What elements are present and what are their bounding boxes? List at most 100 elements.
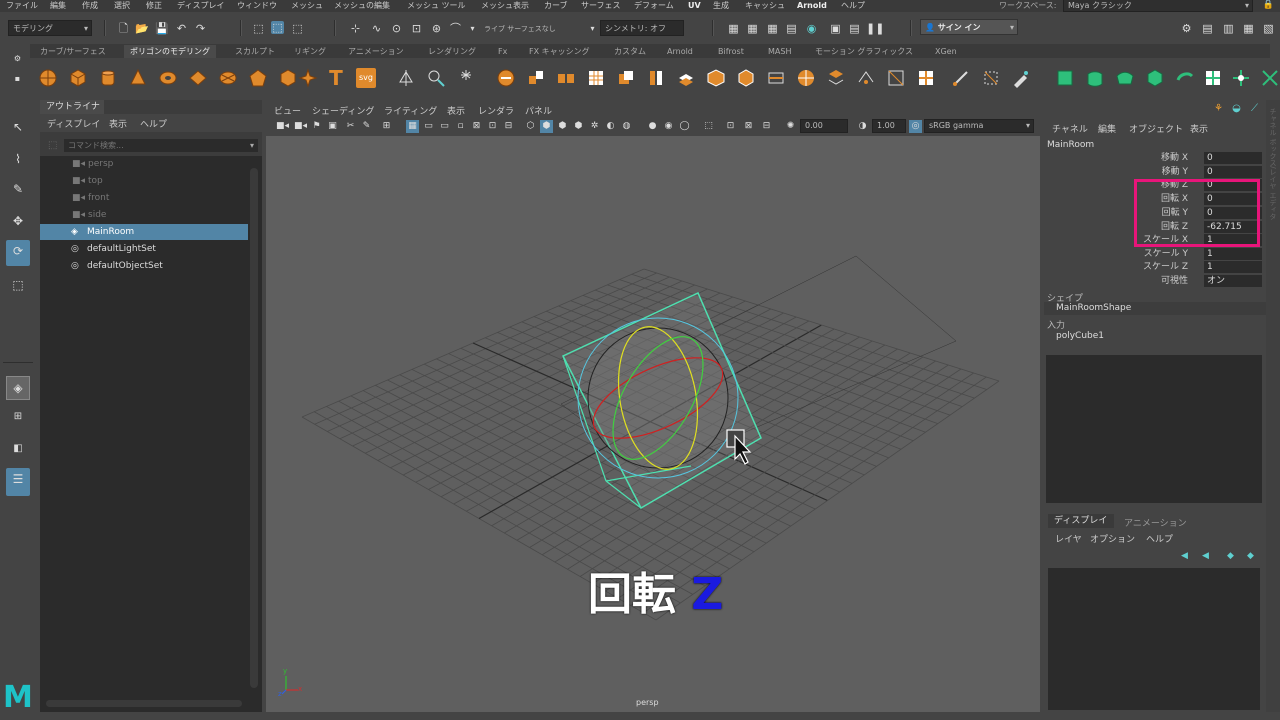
outliner-title[interactable]: アウトライナ: [40, 100, 104, 114]
menu-create[interactable]: 作成: [82, 0, 98, 11]
exposure-icon[interactable]: ✺: [784, 120, 797, 133]
outliner-toggle-icon[interactable]: ▧: [1262, 22, 1275, 35]
tool-settings-icon[interactable]: ⟋: [1248, 102, 1261, 115]
poly-cone-icon[interactable]: [128, 68, 148, 88]
lasso-tool-icon[interactable]: ⌇: [7, 148, 29, 170]
super-shape-icon[interactable]: [278, 68, 298, 88]
tab-arnold[interactable]: Arnold: [667, 45, 693, 58]
smooth-icon[interactable]: [556, 68, 576, 88]
move-layer-down-icon[interactable]: ◀: [1199, 550, 1212, 563]
save-scene-icon[interactable]: 💾: [155, 22, 169, 35]
modeling-toolkit-icon[interactable]: ⚙: [1180, 22, 1193, 35]
wireframe-icon[interactable]: ⬡: [524, 120, 537, 133]
gate-mask-icon[interactable]: ▫: [454, 120, 467, 133]
tab-sculpting[interactable]: スカルプト: [235, 45, 275, 58]
menu-surfaces[interactable]: サーフェス: [581, 0, 621, 11]
paint-select-icon[interactable]: ✎: [7, 178, 29, 200]
offset-edge-icon[interactable]: [916, 68, 936, 88]
side-tab-strip[interactable]: チャネル ボックス/レイヤ エディタ: [1266, 100, 1280, 712]
select-object-icon[interactable]: ⬚: [271, 21, 284, 34]
tab-fx[interactable]: Fx: [498, 45, 507, 58]
tab-motion-graphics[interactable]: モーション グラフィックス: [815, 45, 913, 58]
safe-title-icon[interactable]: ⊟: [502, 120, 515, 133]
gamma-icon[interactable]: ◑: [856, 120, 869, 133]
ipr-render-icon[interactable]: ▦: [766, 22, 779, 35]
select-hierarchy-icon[interactable]: ⬚: [252, 22, 265, 35]
symmetry-dropdown[interactable]: シンメトリ: オフ: [600, 20, 684, 36]
channel-box-icon[interactable]: ▦: [1242, 22, 1255, 35]
shape-row[interactable]: MainRoomShape: [1044, 302, 1266, 315]
outliner-menu-display[interactable]: ディスプレイ: [47, 117, 100, 130]
snap-view-plane-icon[interactable]: ⊡: [410, 22, 423, 35]
new-layer-from-selection-icon[interactable]: ◆: [1244, 550, 1257, 563]
viewport-menu-show[interactable]: 表示: [447, 104, 465, 117]
uv-automatic-icon[interactable]: [1145, 68, 1165, 88]
attribute-editor-icon[interactable]: ▤: [1201, 22, 1214, 35]
layer-menu-options[interactable]: オプション: [1090, 532, 1135, 545]
bool-union-icon[interactable]: [586, 68, 606, 88]
uv-unfold-icon[interactable]: [1175, 68, 1195, 88]
viewport-menu-renderer[interactable]: レンダラ: [478, 104, 514, 117]
lock-icon[interactable]: 🔒: [1262, 0, 1275, 12]
filter-icon[interactable]: ⬚: [48, 140, 57, 151]
channel-box-icon[interactable]: ⚘: [1212, 102, 1225, 115]
tab-fx-caching[interactable]: FX キャッシング: [529, 45, 590, 58]
type-tool-icon[interactable]: T: [326, 68, 346, 88]
menuset-dropdown[interactable]: モデリング ▾: [8, 20, 92, 36]
outliner-layout-icon[interactable]: ☰: [6, 468, 30, 496]
tab-rendering[interactable]: レンダリング: [428, 45, 476, 58]
channel-menu-show[interactable]: 表示: [1190, 122, 1208, 135]
snap-grid-icon[interactable]: ⊹: [349, 22, 362, 35]
new-scene-icon[interactable]: 🗋: [117, 22, 130, 35]
tab-bifrost[interactable]: Bifrost: [718, 45, 744, 58]
exposure-field[interactable]: 0.00: [800, 119, 848, 133]
uv-editor-icon[interactable]: [981, 68, 1001, 88]
outliner-search-input[interactable]: コマンド検索... ▾: [64, 139, 258, 152]
move-layer-up-icon[interactable]: ◀: [1178, 550, 1191, 563]
tab-mash[interactable]: MASH: [768, 45, 791, 58]
xray-joints-icon[interactable]: ⊟: [760, 120, 773, 133]
append-polygon-icon[interactable]: [766, 68, 786, 88]
outliner-item-side[interactable]: ■◂ side: [40, 207, 248, 223]
redo-icon[interactable]: ↷: [194, 22, 207, 35]
combine-icon[interactable]: [496, 68, 516, 88]
outliner-item-defaultobjectset[interactable]: ◎ defaultObjectSet: [40, 258, 248, 274]
reset-transform-icon[interactable]: [456, 68, 476, 88]
bool-difference-icon[interactable]: [616, 68, 636, 88]
attr-value-field[interactable]: 1: [1204, 248, 1262, 260]
edge-loop-icon[interactable]: [886, 68, 906, 88]
viewport-menu-shading[interactable]: シェーディング: [312, 104, 374, 117]
attr-row-visibility[interactable]: 可視性 オン: [1044, 275, 1266, 288]
attr-value-field[interactable]: 1: [1204, 261, 1262, 273]
uv-sew-icon[interactable]: [1260, 68, 1280, 88]
render-setup-icon[interactable]: ▣: [829, 22, 842, 35]
attr-row-scale-y[interactable]: スケール Y 1: [1044, 248, 1266, 261]
tab-rigging[interactable]: リギング: [294, 45, 326, 58]
tab-custom[interactable]: カスタム: [614, 45, 646, 58]
outliner-menu-help[interactable]: ヘルプ: [140, 117, 167, 130]
menu-mesh[interactable]: メッシュ: [291, 0, 323, 11]
tab-poly-modeling[interactable]: ポリゴンのモデリング: [124, 45, 216, 58]
menu-help[interactable]: ヘルプ: [841, 0, 865, 11]
move-tool-icon[interactable]: ✥: [7, 210, 29, 232]
mirror-icon[interactable]: [396, 68, 416, 88]
outliner-menu-show[interactable]: 表示: [109, 117, 127, 130]
single-view-layout-icon[interactable]: ◈: [6, 376, 30, 400]
channel-menu-channels[interactable]: チャネル: [1052, 122, 1088, 135]
anti-aliasing-icon[interactable]: ◉: [662, 120, 675, 133]
wireframe-on-shaded-icon[interactable]: ⬢: [556, 120, 569, 133]
poly-torus-icon[interactable]: [158, 68, 178, 88]
channel-object-name[interactable]: MainRoom: [1047, 140, 1094, 150]
outliner-horizontal-scrollbar[interactable]: [46, 700, 242, 707]
hypershade-icon[interactable]: ◉: [805, 22, 818, 35]
film-gate-icon[interactable]: ▭: [422, 120, 435, 133]
multi-cut-icon[interactable]: [796, 68, 816, 88]
channel-menu-edit[interactable]: 編集: [1098, 122, 1116, 135]
outliner-vertical-scrollbar[interactable]: [250, 168, 258, 688]
scale-tool-icon[interactable]: ⬚: [7, 274, 29, 296]
two-view-layout-icon[interactable]: ◧: [7, 438, 29, 460]
resolution-gate-icon[interactable]: ▭: [438, 120, 451, 133]
menu-uv[interactable]: UV: [688, 0, 701, 11]
uv-planar-icon[interactable]: [1055, 68, 1075, 88]
menu-mesh-tools[interactable]: メッシュ ツール: [407, 0, 466, 11]
